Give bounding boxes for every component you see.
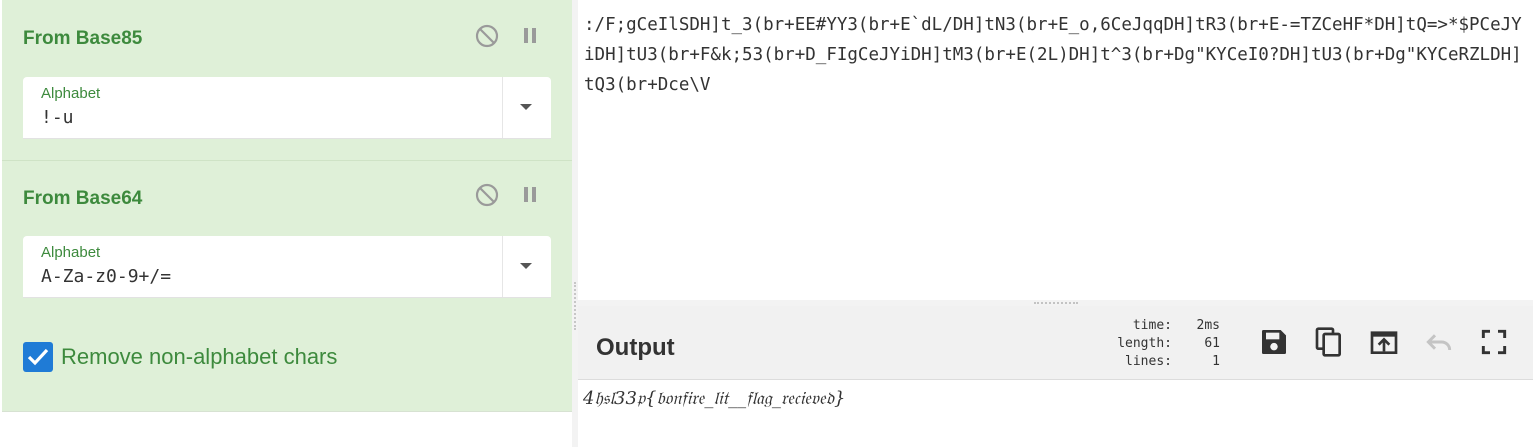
- stat-lines: lines: 1: [1098, 353, 1220, 371]
- input-pane[interactable]: :/F;gCeIlSDH]t_3(br+EE#YY3(br+E`dL/DH]tN…: [578, 0, 1533, 300]
- stat-length: length: 61: [1098, 335, 1220, 353]
- copy-icon[interactable]: [1313, 326, 1345, 358]
- check-icon: [27, 348, 49, 366]
- operation-from-base85: From Base85 Alphabet !-u: [2, 0, 572, 161]
- pause-icon[interactable]: [518, 24, 542, 48]
- checkbox[interactable]: [23, 342, 53, 372]
- stat-value: 1: [1212, 354, 1220, 369]
- stat-time: time: 2ms: [1098, 317, 1220, 335]
- stat-key: length:: [1117, 336, 1172, 351]
- stat-key: time:: [1132, 318, 1172, 333]
- replace-input-icon[interactable]: [1368, 326, 1400, 358]
- output-text[interactable]: 4𝔥𝔰𝔩33𝔭{𝔟𝔬𝔫𝔣𝔦𝔯𝔢_𝔩𝔦𝔱__𝔣𝔩𝔞𝔤_𝔯𝔢𝔠𝔦𝔢𝔳𝔢𝔡}: [583, 388, 845, 409]
- operation-title: From Base85: [23, 28, 143, 49]
- field-divider: [502, 77, 503, 138]
- operation-title: From Base64: [23, 188, 143, 209]
- alphabet-select[interactable]: Alphabet !-u: [23, 77, 551, 139]
- splitter-dots: [1034, 302, 1078, 304]
- input-text[interactable]: :/F;gCeIlSDH]t_3(br+EE#YY3(br+E`dL/DH]tN…: [584, 10, 1529, 100]
- field-value[interactable]: !-u: [41, 107, 74, 128]
- field-value[interactable]: A-Za-z0-9+/=: [41, 266, 171, 287]
- dropdown-caret-icon[interactable]: [520, 263, 532, 269]
- field-label: Alphabet: [41, 85, 101, 102]
- alphabet-select[interactable]: Alphabet A-Za-z0-9+/=: [23, 236, 551, 298]
- maximise-icon[interactable]: [1478, 326, 1510, 358]
- stat-value: 61: [1204, 336, 1220, 351]
- save-icon[interactable]: [1258, 326, 1290, 358]
- output-stats: time: 2ms length: 61 lines: 1: [1098, 317, 1220, 371]
- dropdown-caret-icon[interactable]: [520, 104, 532, 110]
- stat-value: 2ms: [1196, 318, 1220, 333]
- output-pane[interactable]: 4𝔥𝔰𝔩33𝔭{𝔟𝔬𝔫𝔣𝔦𝔯𝔢_𝔩𝔦𝔱__𝔣𝔩𝔞𝔤_𝔯𝔢𝔠𝔦𝔢𝔳𝔢𝔡}: [578, 380, 1533, 447]
- recipe-pane: From Base85 Alphabet !-u From Base64 Alp…: [0, 0, 573, 447]
- operation-from-base64: From Base64 Alphabet A-Za-z0-9+/= Remove…: [2, 161, 572, 412]
- undo-icon[interactable]: [1423, 326, 1455, 358]
- pause-icon[interactable]: [518, 183, 542, 207]
- field-divider: [502, 236, 503, 297]
- disable-icon[interactable]: [475, 183, 499, 207]
- stat-key: lines:: [1125, 354, 1172, 369]
- output-title: Output: [596, 334, 675, 361]
- checkbox-label: Remove non-alphabet chars: [61, 344, 338, 369]
- field-label: Alphabet: [41, 244, 101, 261]
- disable-icon[interactable]: [475, 24, 499, 48]
- output-header: Output time: 2ms length: 61 lines: 1: [578, 306, 1533, 380]
